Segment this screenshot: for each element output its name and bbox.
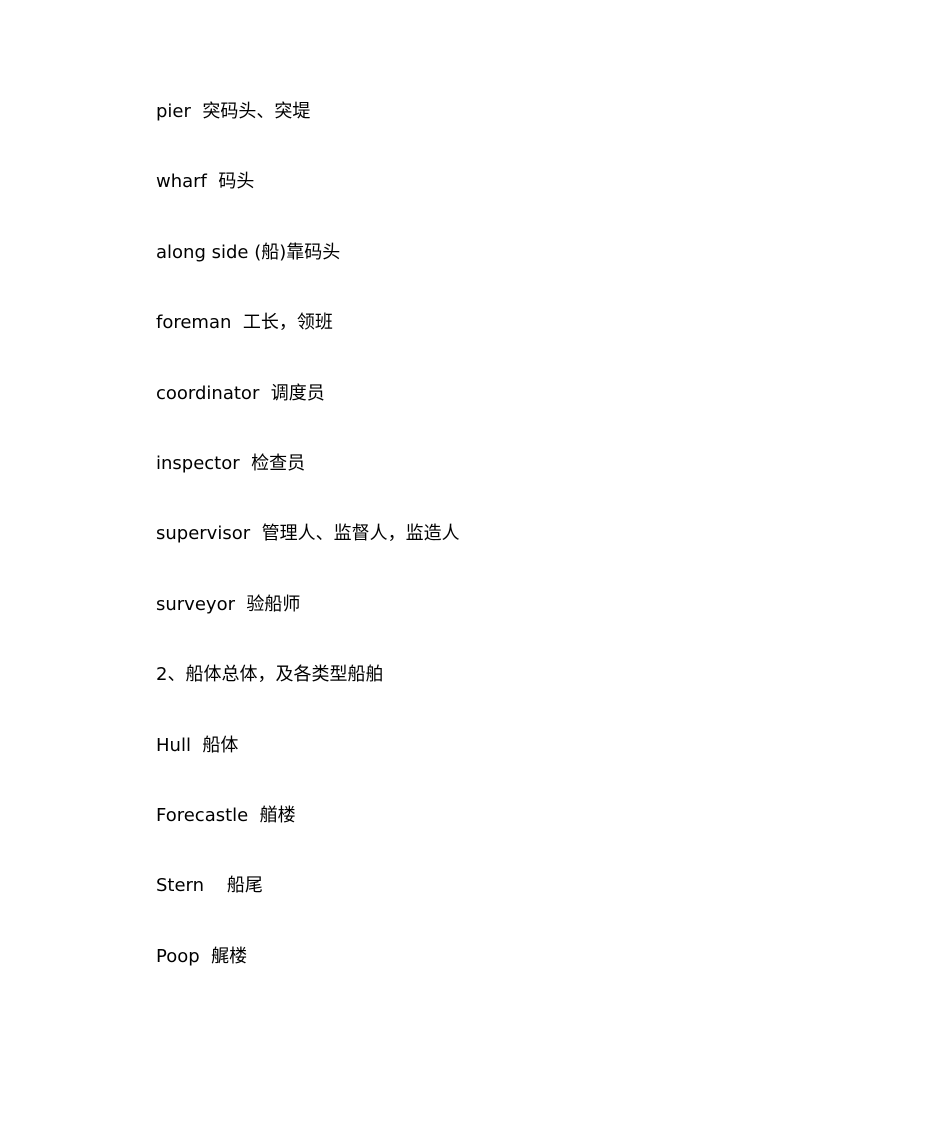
glossary-entry-hull: Hull 船体 bbox=[156, 734, 239, 756]
glossary-entry-inspector: inspector 检查员 bbox=[156, 452, 306, 474]
glossary-entry-forecastle: Forecastle 艏楼 bbox=[156, 804, 296, 826]
glossary-entry-wharf: wharf 码头 bbox=[156, 171, 255, 193]
glossary-entry-poop: Poop 艉楼 bbox=[156, 945, 248, 967]
glossary-entry-supervisor: supervisor 管理人、监督人，监造人 bbox=[156, 523, 460, 545]
glossary-entry-surveyor: surveyor 验船师 bbox=[156, 593, 301, 615]
glossary-entry-pier: pier 突码头、突堤 bbox=[156, 101, 311, 122]
glossary-list: pier 突码头、突堤 wharf 码头 along side (船)靠码头 f… bbox=[156, 100, 460, 1015]
section-heading: 2、船体总体，及各类型船舶 bbox=[156, 664, 384, 686]
glossary-entry-along-side: along side (船)靠码头 bbox=[156, 241, 341, 263]
glossary-entry-foreman: foreman 工长，领班 bbox=[156, 312, 333, 334]
glossary-entry-coordinator: coordinator 调度员 bbox=[156, 382, 325, 404]
document-page: pier 突码头、突堤 wharf 码头 along side (船)靠码头 f… bbox=[0, 0, 945, 1123]
glossary-entry-stern: Stern 船尾 bbox=[156, 875, 263, 897]
